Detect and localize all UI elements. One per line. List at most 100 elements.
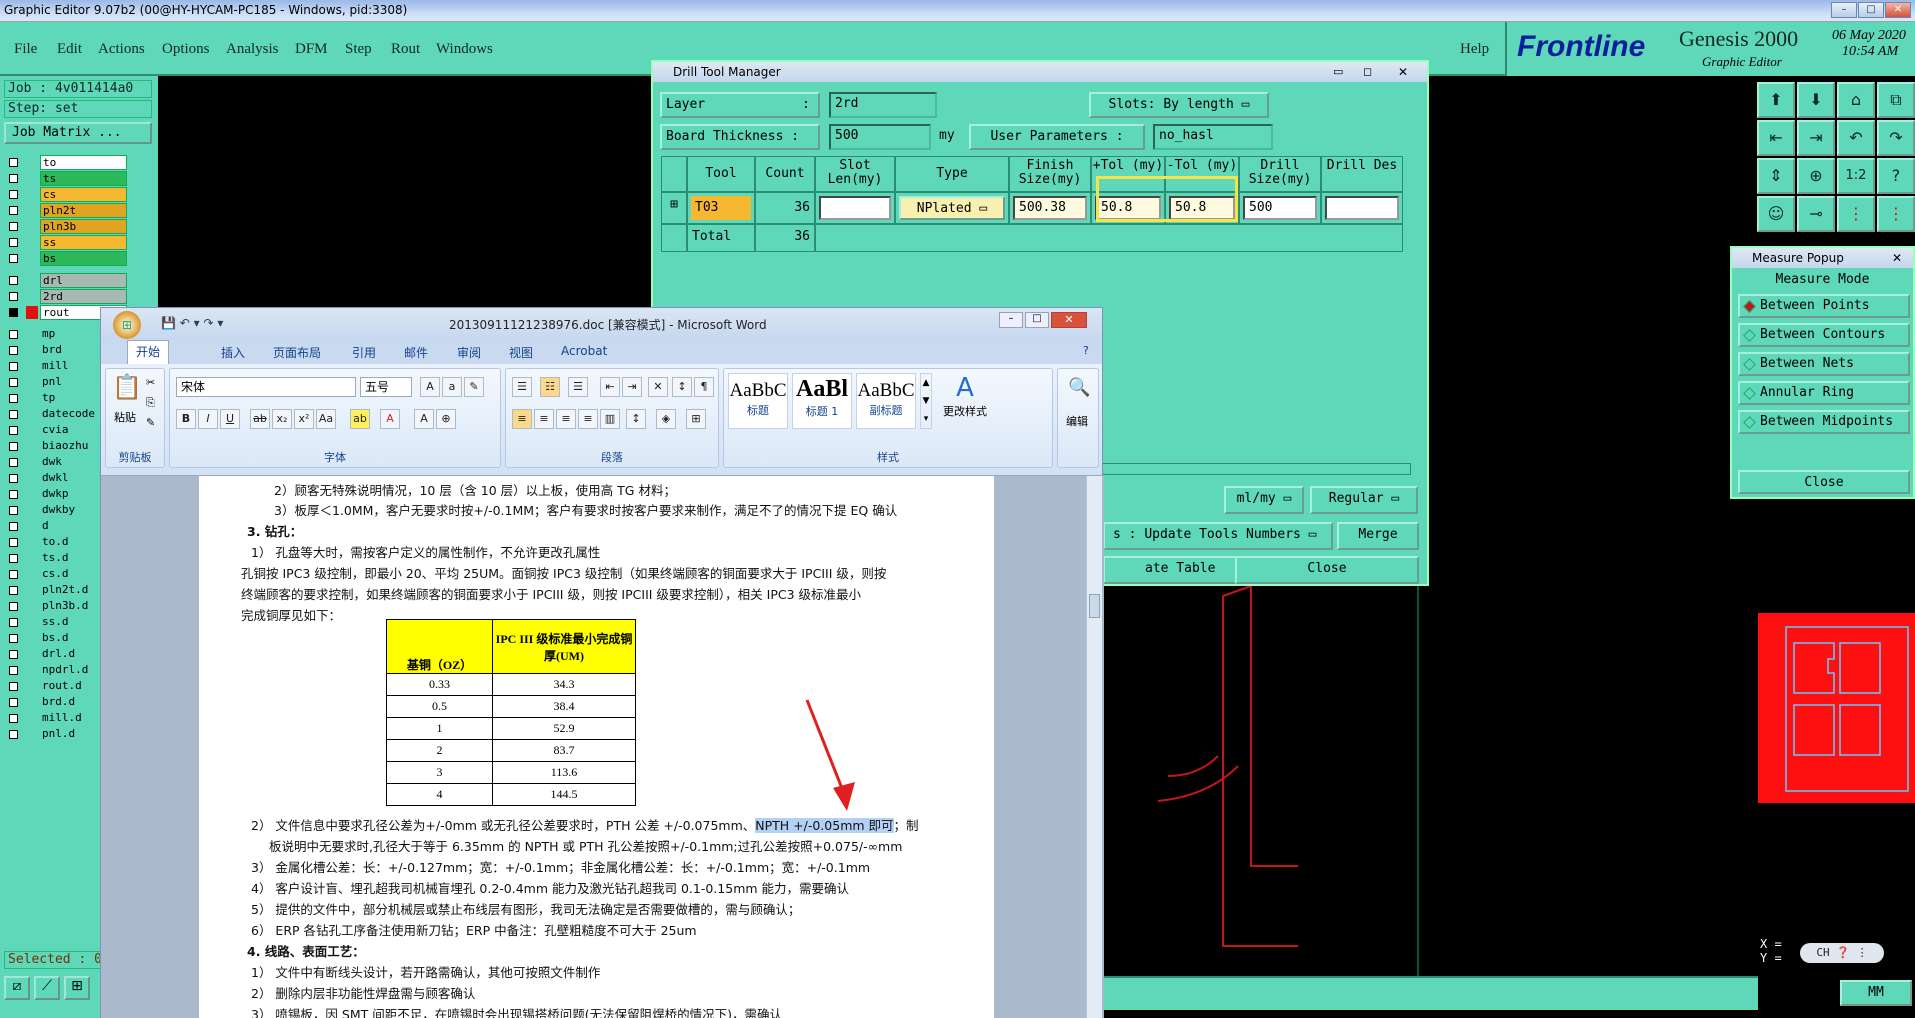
edit-label[interactable]: 编辑 bbox=[1066, 413, 1088, 429]
decrease-indent-icon[interactable]: ⇤ bbox=[600, 377, 620, 397]
layer-checkbox[interactable] bbox=[9, 586, 18, 595]
undo-icon[interactable]: ↶ bbox=[1837, 120, 1875, 156]
change-case-icon[interactable]: Aa bbox=[316, 409, 336, 429]
mode-option[interactable]: Regular ▭ bbox=[1310, 486, 1418, 514]
layer-checkbox[interactable] bbox=[9, 618, 18, 627]
layer-name[interactable]: pln2t bbox=[40, 203, 127, 218]
style-title[interactable]: AaBbC 标题 bbox=[728, 373, 788, 429]
align-center-icon[interactable]: ≡ bbox=[534, 409, 554, 429]
menu-rout[interactable]: Rout bbox=[391, 41, 420, 58]
layer-checkbox[interactable] bbox=[9, 682, 18, 691]
tab-layout[interactable]: 页面布局 bbox=[273, 344, 321, 361]
layer-checkbox[interactable] bbox=[9, 206, 18, 215]
menu-help[interactable]: Help bbox=[1460, 41, 1489, 58]
layer-checkbox[interactable] bbox=[9, 410, 18, 419]
layer-name[interactable]: to bbox=[40, 155, 127, 170]
chinese-layout-icon[interactable]: ✕ bbox=[648, 377, 668, 397]
font-name-select[interactable]: 宋体 bbox=[176, 377, 356, 397]
layer-checkbox[interactable] bbox=[9, 426, 18, 435]
tab-home[interactable]: 开始 bbox=[127, 340, 170, 364]
layer-checkbox[interactable] bbox=[9, 714, 18, 723]
grid-icon[interactable]: ⊞ bbox=[64, 976, 90, 1000]
layer-checkbox[interactable] bbox=[9, 292, 18, 301]
tool-value[interactable]: T03 bbox=[691, 196, 751, 220]
ime-bar[interactable]: CH ❓ ⋮ bbox=[1800, 943, 1884, 963]
style-heading1[interactable]: AaBl 标题 1 bbox=[792, 373, 852, 429]
menu-edit[interactable]: Edit bbox=[57, 41, 82, 58]
multilevel-icon[interactable]: ☰ bbox=[568, 377, 588, 397]
clear-format-icon[interactable]: ✎ bbox=[464, 377, 484, 397]
toolbar-icon-5[interactable]: ⇤ bbox=[1757, 120, 1795, 156]
binoculars-icon[interactable]: 🔍 bbox=[1068, 377, 1090, 398]
layer-row[interactable]: 2rd bbox=[4, 289, 154, 304]
drill-size-input[interactable]: 500 bbox=[1243, 196, 1317, 220]
layer-row[interactable]: pln3b bbox=[4, 219, 154, 234]
menu-actions[interactable]: Actions bbox=[98, 41, 145, 58]
layer-checkbox[interactable] bbox=[9, 474, 18, 483]
row-expand-icon[interactable]: ⊞ bbox=[661, 192, 687, 224]
layer-checkbox[interactable] bbox=[9, 442, 18, 451]
layer-checkbox[interactable] bbox=[9, 506, 18, 515]
tab-acrobat[interactable]: Acrobat bbox=[561, 344, 607, 358]
menu-analysis[interactable]: Analysis bbox=[226, 41, 279, 58]
layer-row[interactable]: drl bbox=[4, 273, 154, 288]
bold-icon[interactable]: B bbox=[176, 409, 196, 429]
toolbar-icon-13[interactable]: ☺ bbox=[1757, 196, 1795, 232]
layer-checkbox[interactable] bbox=[9, 602, 18, 611]
help-icon[interactable]: ? bbox=[1877, 158, 1915, 194]
layer-checkbox[interactable] bbox=[9, 346, 18, 355]
toolbar-icon-16[interactable]: ⋮ bbox=[1877, 196, 1915, 232]
layer-checkbox[interactable] bbox=[9, 308, 18, 317]
layer-checkbox[interactable] bbox=[9, 394, 18, 403]
layer-label-button[interactable]: Layer: bbox=[660, 92, 820, 118]
measure-close-button[interactable]: Close bbox=[1738, 470, 1910, 494]
scale-icon[interactable]: 1:2 bbox=[1837, 158, 1875, 194]
dtm-minimize-icon[interactable]: ▭ bbox=[1333, 62, 1343, 82]
char-shading-icon[interactable]: A bbox=[414, 409, 434, 429]
layer-checkbox[interactable] bbox=[9, 330, 18, 339]
layer-checkbox[interactable] bbox=[9, 698, 18, 707]
layer-row[interactable]: to bbox=[4, 155, 154, 170]
layer-checkbox[interactable] bbox=[9, 174, 18, 183]
layer-checkbox[interactable] bbox=[9, 378, 18, 387]
layer-field[interactable]: 2rd bbox=[829, 92, 937, 118]
minimize-icon[interactable]: – bbox=[1831, 2, 1857, 18]
styles-scroll[interactable]: ▲ ▼ ▾ bbox=[920, 373, 932, 429]
layer-checkbox[interactable] bbox=[9, 254, 18, 263]
word-close-icon[interactable]: ✕ bbox=[1051, 312, 1087, 328]
word-help-icon[interactable]: ? bbox=[1083, 344, 1089, 357]
center-icon[interactable]: ⊕ bbox=[1797, 158, 1835, 194]
line-spacing-icon[interactable]: ↕ bbox=[626, 409, 646, 429]
layer-checkbox[interactable] bbox=[9, 222, 18, 231]
strike-icon[interactable]: ab bbox=[250, 409, 270, 429]
underline-icon[interactable]: U bbox=[220, 409, 240, 429]
layer-checkbox[interactable] bbox=[9, 730, 18, 739]
mode-between-midpoints[interactable]: Between Midpoints bbox=[1738, 410, 1910, 434]
shrink-font-icon[interactable]: a bbox=[442, 377, 462, 397]
slots-option[interactable]: Slots: By length ▭ bbox=[1089, 92, 1269, 118]
drill-des-input[interactable] bbox=[1325, 196, 1399, 220]
job-matrix-button[interactable]: Job Matrix ... bbox=[4, 122, 152, 144]
layer-name[interactable]: 2rd bbox=[40, 289, 127, 304]
layer-checkbox[interactable] bbox=[9, 538, 18, 547]
clipboard-small-icons[interactable]: ✂ ⎘ ✎ bbox=[146, 373, 155, 433]
tab-insert[interactable]: 插入 bbox=[221, 344, 245, 361]
tab-references[interactable]: 引用 bbox=[352, 344, 376, 361]
merge-button[interactable]: Merge bbox=[1337, 522, 1419, 550]
tab-view[interactable]: 视图 bbox=[509, 344, 533, 361]
layer-row[interactable]: cs bbox=[4, 187, 154, 202]
measure-close-icon[interactable]: ✕ bbox=[1892, 248, 1902, 268]
board-preview[interactable] bbox=[1758, 613, 1915, 803]
word-minimize-icon[interactable]: – bbox=[999, 312, 1023, 328]
paste-label[interactable]: 粘贴 bbox=[114, 409, 136, 425]
slot-len-input[interactable] bbox=[819, 196, 891, 220]
align-left-icon[interactable]: ≡ bbox=[512, 409, 532, 429]
numbering-icon[interactable]: ☷ bbox=[540, 377, 560, 397]
show-marks-icon[interactable]: ¶ bbox=[694, 377, 714, 397]
layer-checkbox[interactable] bbox=[9, 554, 18, 563]
dtm-maximize-icon[interactable]: ◻ bbox=[1363, 62, 1372, 82]
toolbar-icon-4[interactable]: ⧉ bbox=[1877, 82, 1915, 118]
layer-name[interactable]: ss bbox=[40, 235, 127, 250]
layer-name[interactable]: drl bbox=[40, 273, 127, 288]
dtm-close-icon[interactable]: ✕ bbox=[1398, 62, 1408, 82]
